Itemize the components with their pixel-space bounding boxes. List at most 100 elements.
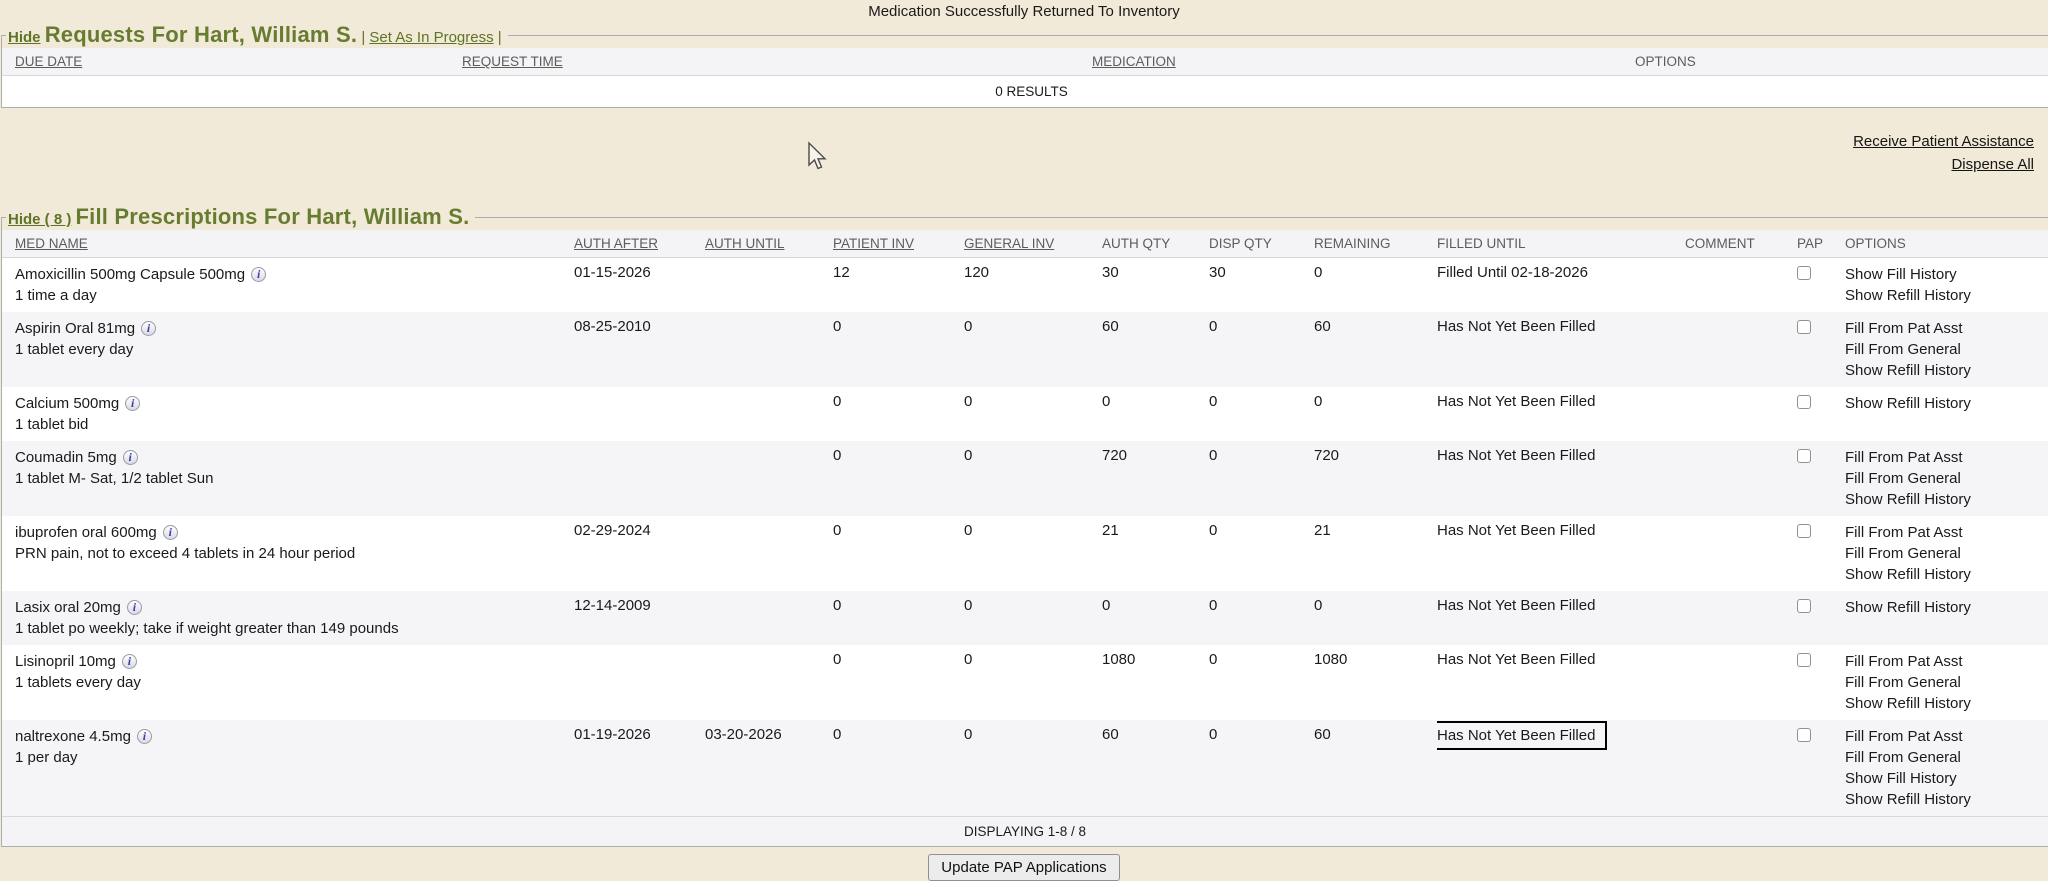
filled-until-status: Filled Until 02-18-2026	[1437, 264, 1588, 281]
info-icon[interactable]: i	[251, 267, 266, 282]
filled-until-status: Has Not Yet Been Filled	[1437, 651, 1595, 668]
info-icon[interactable]: i	[163, 525, 178, 540]
requests-section-header: Hide Requests For Hart, William S. | Set…	[6, 22, 508, 48]
pap-checkbox[interactable]	[1797, 449, 1811, 463]
fill-from-pat-asst-link[interactable]: Fill From Pat Asst	[1845, 651, 2044, 672]
pap-checkbox[interactable]	[1797, 728, 1811, 742]
remaining-cell: 60	[1314, 312, 1437, 387]
dosage-instructions: 1 tablet every day	[15, 339, 570, 360]
pap-checkbox[interactable]	[1797, 599, 1811, 613]
column-header-options: OPTIONS	[1635, 54, 1696, 69]
hide-fill-prescriptions-link[interactable]: Hide ( 8 )	[8, 211, 71, 228]
show-refill-history-link[interactable]: Show Refill History	[1845, 789, 2044, 810]
fill-from-pat-asst-link[interactable]: Fill From Pat Asst	[1845, 726, 2044, 747]
dosage-instructions: 1 tablets every day	[15, 672, 570, 693]
info-icon[interactable]: i	[137, 729, 152, 744]
auth-after-cell: 01-15-2026	[574, 258, 705, 313]
fill-from-general-link[interactable]: Fill From General	[1845, 672, 2044, 693]
auth-qty-cell: 1080	[1102, 645, 1209, 720]
med-name-text: Aspirin Oral 81mg	[15, 320, 135, 337]
fill-from-general-link[interactable]: Fill From General	[1845, 543, 2044, 564]
info-icon[interactable]: i	[141, 321, 156, 336]
fill-from-general-link[interactable]: Fill From General	[1845, 747, 2044, 768]
options-cell: Fill From Pat AsstFill From GeneralShow …	[1845, 312, 2048, 387]
pap-checkbox[interactable]	[1797, 653, 1811, 667]
requests-section: Hide Requests For Hart, William S. | Set…	[1, 22, 2048, 108]
prescription-row: Calcium 500mgi1 tablet bid00000Has Not Y…	[2, 387, 2048, 441]
fill-from-general-link[interactable]: Fill From General	[1845, 468, 2044, 489]
med-name-text: ibuprofen oral 600mg	[15, 524, 157, 541]
status-message: Medication Successfully Returned To Inve…	[0, 0, 2048, 22]
show-refill-history-link[interactable]: Show Refill History	[1845, 564, 2044, 585]
fill-prescriptions-section: Hide ( 8 ) Fill Prescriptions For Hart, …	[1, 204, 2048, 847]
column-header-auth-until[interactable]: AUTH UNTIL	[705, 236, 785, 251]
fill-from-pat-asst-link[interactable]: Fill From Pat Asst	[1845, 522, 2044, 543]
fill-from-pat-asst-link[interactable]: Fill From Pat Asst	[1845, 318, 2044, 339]
med-cell: Calcium 500mgi1 tablet bid	[2, 387, 574, 441]
general-inv-cell: 0	[964, 441, 1102, 516]
auth-qty-cell: 720	[1102, 441, 1209, 516]
fill-from-general-link[interactable]: Fill From General	[1845, 339, 2044, 360]
info-icon[interactable]: i	[123, 450, 138, 465]
info-icon[interactable]: i	[125, 396, 140, 411]
pap-checkbox[interactable]	[1797, 266, 1811, 280]
info-icon[interactable]: i	[127, 600, 142, 615]
med-cell: Coumadin 5mgi1 tablet M- Sat, 1/2 tablet…	[2, 441, 574, 516]
column-header-disp-qty: DISP QTY	[1209, 236, 1272, 251]
dispense-all-link[interactable]: Dispense All	[0, 153, 2034, 176]
column-header-due-date[interactable]: DUE DATE	[15, 54, 82, 69]
column-header-medication[interactable]: MEDICATION	[1092, 54, 1176, 69]
med-name-text: naltrexone 4.5mg	[15, 728, 131, 745]
show-refill-history-link[interactable]: Show Refill History	[1845, 360, 2044, 381]
remaining-cell: 0	[1314, 258, 1437, 313]
prescription-row: Lisinopril 10mgi1 tablets every day00108…	[2, 645, 2048, 720]
general-inv-cell: 0	[964, 387, 1102, 441]
patient-inv-cell: 12	[833, 258, 964, 313]
fill-from-pat-asst-link[interactable]: Fill From Pat Asst	[1845, 447, 2044, 468]
show-refill-history-link[interactable]: Show Refill History	[1845, 285, 2044, 306]
dosage-instructions: PRN pain, not to exceed 4 tablets in 24 …	[15, 543, 570, 564]
info-icon[interactable]: i	[122, 654, 137, 669]
med-cell: ibuprofen oral 600mg i PRN pain, not to ex…	[2, 516, 574, 591]
hide-requests-link[interactable]: Hide	[8, 29, 41, 46]
update-pap-applications-button[interactable]: Update PAP Applications	[928, 854, 1119, 881]
pagination-status: DISPLAYING 1-8 / 8	[2, 816, 2048, 846]
requests-table: DUE DATE REQUEST TIME MEDICATION OPTIONS 0 …	[2, 48, 2048, 107]
auth-after-cell	[574, 645, 705, 720]
column-header-request-time[interactable]: REQUEST TIME	[462, 54, 563, 69]
show-refill-history-link[interactable]: Show Refill History	[1845, 489, 2044, 510]
med-cell: Aspirin Oral 81mg i 1 tablet every day	[2, 312, 574, 387]
pap-checkbox[interactable]	[1797, 395, 1811, 409]
set-as-in-progress-link[interactable]: Set As In Progress	[369, 29, 493, 46]
options-cell: Fill From Pat AsstFill From GeneralShow …	[1845, 645, 2048, 720]
receive-patient-assistance-link[interactable]: Receive Patient Assistance	[0, 130, 2034, 153]
patient-inv-cell: 0	[833, 387, 964, 441]
auth-qty-cell: 21	[1102, 516, 1209, 591]
column-header-patient-inv[interactable]: PATIENT INV	[833, 236, 914, 251]
show-refill-history-link[interactable]: Show Refill History	[1845, 597, 2044, 618]
auth-qty-cell: 60	[1102, 720, 1209, 816]
remaining-cell: 720	[1314, 441, 1437, 516]
options-cell: Fill From Pat AsstFill From GeneralShow …	[1845, 516, 2048, 591]
remaining-cell: 0	[1314, 591, 1437, 645]
show-fill-history-link[interactable]: Show Fill History	[1845, 768, 2044, 789]
column-header-med-name[interactable]: MED NAME	[15, 236, 88, 251]
med-name-text: Lisinopril 10mg	[15, 653, 116, 670]
column-header-auth-after[interactable]: AUTH AFTER	[574, 236, 658, 251]
options-cell: Fill From Pat AsstFill From GeneralShow …	[1845, 441, 2048, 516]
pap-checkbox[interactable]	[1797, 320, 1811, 334]
show-refill-history-link[interactable]: Show Refill History	[1845, 393, 2044, 414]
pap-checkbox[interactable]	[1797, 524, 1811, 538]
comment-cell	[1685, 645, 1797, 720]
auth-qty-cell: 60	[1102, 312, 1209, 387]
disp-qty-cell: 30	[1209, 258, 1314, 313]
fill-prescriptions-section-header: Hide ( 8 ) Fill Prescriptions For Hart, …	[6, 204, 475, 230]
column-header-general-inv[interactable]: GENERAL INV	[964, 236, 1054, 251]
filled-until-status: Has Not Yet Been Filled	[1437, 393, 1595, 410]
auth-until-cell	[705, 645, 833, 720]
show-fill-history-link[interactable]: Show Fill History	[1845, 264, 2044, 285]
results-count: 0 RESULTS	[2, 76, 2048, 108]
column-header-options: OPTIONS	[1845, 236, 1906, 251]
disp-qty-cell: 0	[1209, 387, 1314, 441]
show-refill-history-link[interactable]: Show Refill History	[1845, 693, 2044, 714]
